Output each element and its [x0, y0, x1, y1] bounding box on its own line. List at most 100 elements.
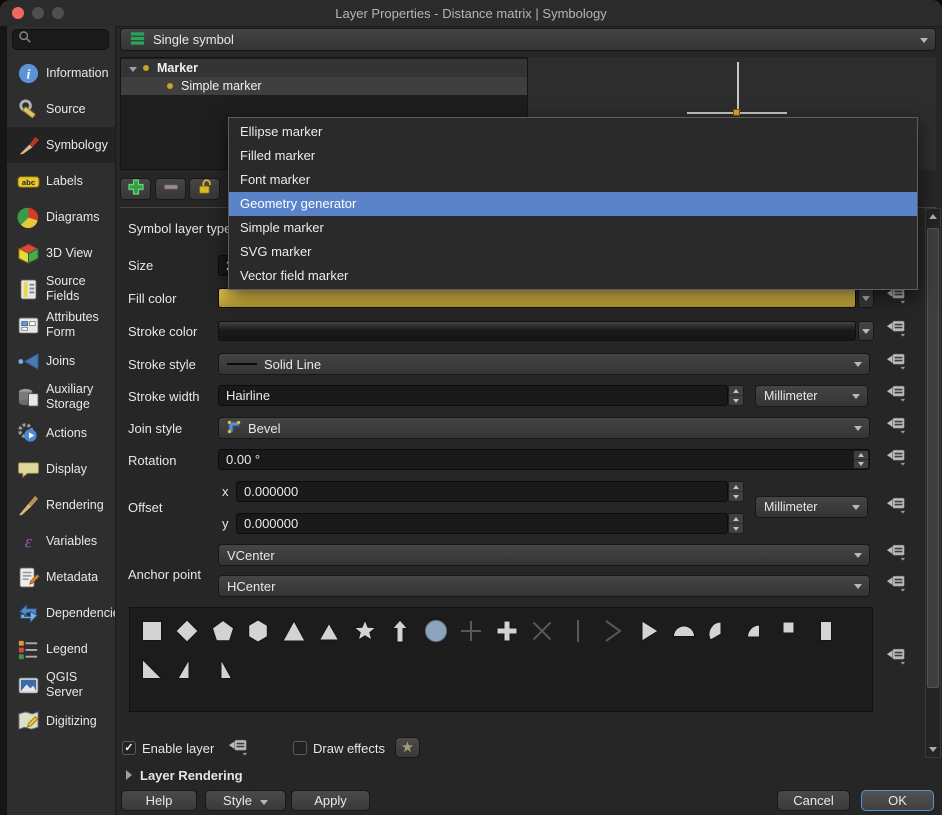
shape-right-half-triangle[interactable]	[170, 654, 206, 684]
fill-color-data-defined-button[interactable]	[884, 287, 908, 307]
shape-equilateral-triangle[interactable]	[312, 616, 348, 646]
shape-arrow[interactable]	[383, 616, 419, 646]
symbol-tree-marker-row[interactable]: Marker	[121, 59, 527, 77]
sidebar-item-attributes-form[interactable]: Attributes Form	[7, 307, 115, 343]
shape-cross[interactable]	[454, 616, 490, 646]
shape-hexagon[interactable]	[241, 616, 277, 646]
expander-right-icon[interactable]	[126, 770, 132, 780]
stroke-style-select[interactable]: Solid Line	[218, 353, 870, 375]
offset-x-stepper[interactable]	[728, 481, 744, 502]
dropdown-item-geometry-generator[interactable]: Geometry generator	[229, 192, 917, 216]
expander-down-icon[interactable]	[129, 67, 137, 72]
fill-color-button[interactable]	[218, 288, 856, 308]
scrollbar-thumb[interactable]	[927, 228, 939, 688]
stroke-width-input[interactable]: Hairline	[218, 385, 728, 406]
shape-arrowhead[interactable]	[596, 616, 632, 646]
shape-pentagon[interactable]	[205, 616, 241, 646]
sidebar-item-qgis-server[interactable]: QGIS Server	[7, 667, 115, 703]
rotation-stepper[interactable]	[853, 450, 869, 469]
dropdown-item-vector-field-marker[interactable]: Vector field marker	[229, 264, 917, 288]
ok-button[interactable]: OK	[861, 790, 934, 811]
stroke-width-stepper[interactable]	[728, 385, 744, 406]
enable-layer-data-defined-button[interactable]	[226, 739, 250, 759]
renderer-select[interactable]: Single symbol	[120, 28, 936, 51]
shape-cross-fill[interactable]	[489, 616, 525, 646]
shape-square[interactable]	[134, 616, 170, 646]
stroke-color-menu-button[interactable]	[858, 321, 874, 341]
stroke-width-data-defined-button[interactable]	[884, 385, 908, 405]
shape-quarter-square[interactable]	[773, 616, 809, 646]
titlebar[interactable]: Layer Properties - Distance matrix | Sym…	[0, 0, 942, 27]
shape-third-circle[interactable]	[702, 616, 738, 646]
anchor-horizontal-data-defined-button[interactable]	[884, 575, 908, 595]
sidebar-item-actions[interactable]: Actions	[7, 415, 115, 451]
sidebar-item-legend[interactable]: Legend	[7, 631, 115, 667]
sidebar-item-rendering[interactable]: Rendering	[7, 487, 115, 523]
shape-left-half-triangle[interactable]	[205, 654, 241, 684]
sidebar-item-joins[interactable]: Joins	[7, 343, 115, 379]
sidebar-item-variables[interactable]: εVariables	[7, 523, 115, 559]
stroke-style-data-defined-button[interactable]	[884, 353, 908, 373]
shape-triangle[interactable]	[276, 616, 312, 646]
apply-button[interactable]: Apply	[291, 790, 370, 811]
sidebar-item-metadata[interactable]: Metadata	[7, 559, 115, 595]
dropdown-item-font-marker[interactable]: Font marker	[229, 168, 917, 192]
stroke-color-button[interactable]	[218, 321, 856, 341]
dropdown-item-ellipse-marker[interactable]: Ellipse marker	[229, 120, 917, 144]
enable-layer-checkbox[interactable]: ✓	[122, 741, 136, 755]
sidebar-item-diagrams[interactable]: Diagrams	[7, 199, 115, 235]
sidebar-item-source-fields[interactable]: Source Fields	[7, 271, 115, 307]
symbol-tree-simple-marker-row[interactable]: Simple marker	[121, 77, 527, 95]
lock-colors-button[interactable]	[189, 178, 220, 200]
join-style-data-defined-button[interactable]	[884, 417, 908, 437]
sidebar-search-input[interactable]	[12, 29, 109, 50]
style-button[interactable]: Style	[205, 790, 286, 811]
sidebar-item-digitizing[interactable]: Digitizing	[7, 703, 115, 739]
offset-y-input[interactable]: 0.000000	[236, 513, 728, 534]
cancel-button[interactable]: Cancel	[777, 790, 850, 811]
shape-filled-arrowhead[interactable]	[631, 616, 667, 646]
offset-x-input[interactable]: 0.000000	[236, 481, 728, 502]
sidebar-item-display[interactable]: Display	[7, 451, 115, 487]
vertical-scrollbar[interactable]	[925, 208, 941, 758]
fill-color-menu-button[interactable]	[858, 288, 874, 308]
offset-unit-select[interactable]: Millimeter	[755, 496, 868, 518]
sidebar-item-dependencies[interactable]: Dependencies	[7, 595, 115, 631]
shape-diagonal-half-square[interactable]	[134, 654, 170, 684]
shape-half-square[interactable]	[809, 616, 845, 646]
dropdown-item-simple-marker[interactable]: Simple marker	[229, 216, 917, 240]
sidebar-item-auxiliary-storage[interactable]: Auxiliary Storage	[7, 379, 115, 415]
customize-effects-button[interactable]: ★	[395, 737, 420, 758]
shape-star[interactable]	[347, 616, 383, 646]
sidebar-item-labels[interactable]: abcLabels	[7, 163, 115, 199]
stroke-width-unit-select[interactable]: Millimeter	[755, 385, 868, 407]
dropdown-item-svg-marker[interactable]: SVG marker	[229, 240, 917, 264]
join-style-select[interactable]: Bevel	[218, 417, 870, 439]
shape-quarter-circle[interactable]	[738, 616, 774, 646]
anchor-horizontal-select[interactable]: HCenter	[218, 575, 870, 597]
remove-symbol-layer-button[interactable]	[155, 178, 186, 200]
draw-effects-checkbox[interactable]	[293, 741, 307, 755]
sidebar-item-symbology[interactable]: Symbology	[7, 127, 115, 163]
stroke-color-data-defined-button[interactable]	[884, 320, 908, 340]
scroll-up-icon[interactable]	[929, 214, 937, 219]
shape-line[interactable]	[560, 616, 596, 646]
sidebar-item-source[interactable]: Source	[7, 91, 115, 127]
scroll-down-icon[interactable]	[929, 747, 937, 752]
offset-data-defined-button[interactable]	[884, 497, 908, 517]
anchor-vertical-data-defined-button[interactable]	[884, 544, 908, 564]
anchor-vertical-select[interactable]: VCenter	[218, 544, 870, 566]
sidebar-item-information[interactable]: iInformation	[7, 55, 115, 91]
shape-circle[interactable]	[418, 616, 454, 646]
help-button[interactable]: Help	[121, 790, 197, 811]
shape-cross2[interactable]	[525, 616, 561, 646]
rotation-data-defined-button[interactable]	[884, 449, 908, 469]
sidebar-item-3d-view[interactable]: 3D View	[7, 235, 115, 271]
dropdown-item-filled-marker[interactable]: Filled marker	[229, 144, 917, 168]
layer-rendering-section[interactable]: Layer Rendering	[140, 768, 243, 783]
shape-diamond[interactable]	[170, 616, 206, 646]
shape-data-defined-button[interactable]	[884, 648, 908, 668]
rotation-input[interactable]: 0.00 °	[218, 449, 870, 470]
shape-semi-circle[interactable]	[667, 616, 703, 646]
add-symbol-layer-button[interactable]	[120, 178, 151, 200]
